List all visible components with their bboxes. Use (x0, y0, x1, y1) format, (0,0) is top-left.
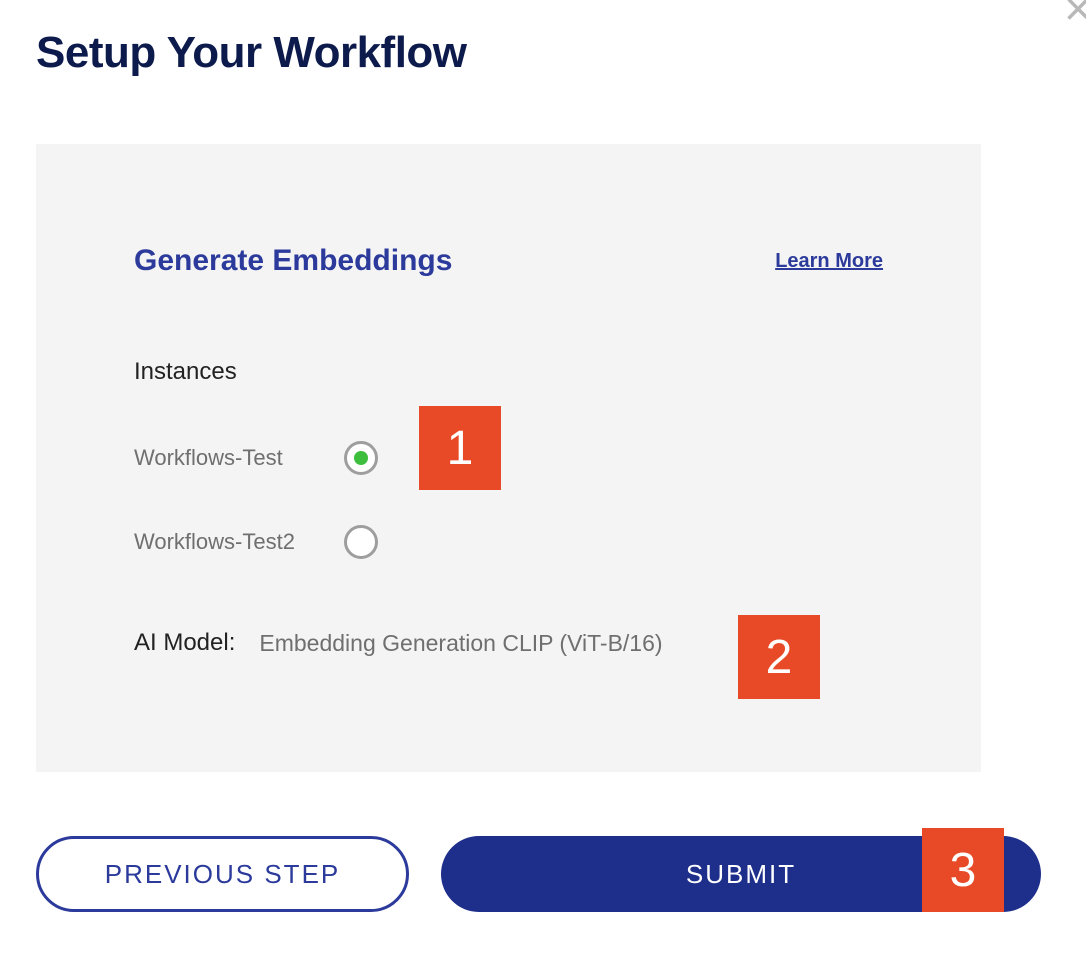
ai-model-label: AI Model: (134, 629, 235, 657)
callout-badge-3: 3 (922, 828, 1004, 912)
instance-name: Workflows-Test (134, 445, 344, 471)
panel-title: Generate Embeddings (134, 244, 452, 278)
workflow-panel: Generate Embeddings Learn More Instances… (36, 144, 981, 772)
learn-more-link[interactable]: Learn More (775, 250, 883, 273)
instance-name: Workflows-Test2 (134, 529, 344, 555)
button-row: PREVIOUS STEP SUBMIT (36, 836, 1041, 912)
instance-row: Workflows-Test (134, 441, 883, 475)
instances-label: Instances (134, 358, 883, 386)
previous-step-button[interactable]: PREVIOUS STEP (36, 836, 409, 912)
callout-badge-1: 1 (419, 406, 501, 490)
instance-row: Workflows-Test2 (134, 525, 883, 559)
radio-dot-icon (354, 451, 368, 465)
ai-model-value: Embedding Generation CLIP (ViT-B/16) (259, 630, 662, 657)
instance-radio-1[interactable] (344, 441, 378, 475)
page-title: Setup Your Workflow (36, 28, 467, 78)
callout-badge-2: 2 (738, 615, 820, 699)
close-icon[interactable]: × (1064, 0, 1086, 34)
instance-radio-2[interactable] (344, 525, 378, 559)
